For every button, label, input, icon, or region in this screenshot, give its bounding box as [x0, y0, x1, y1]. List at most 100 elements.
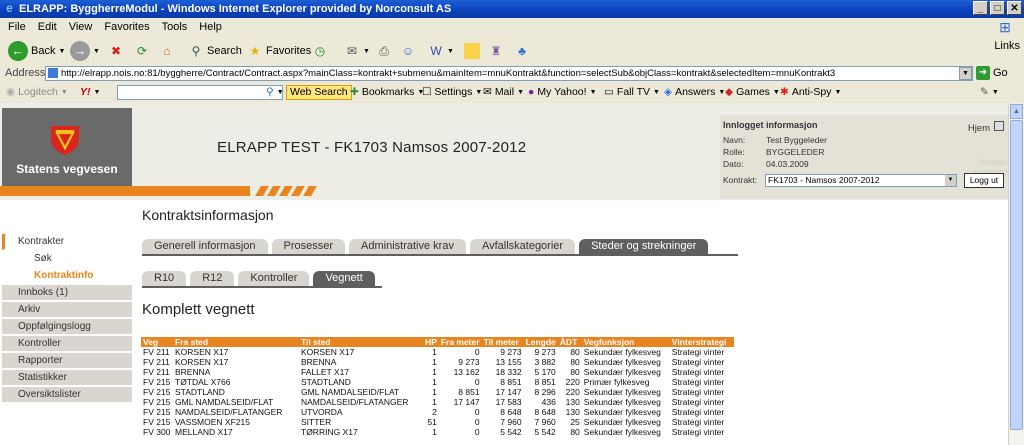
scroll-thumb[interactable]: [1010, 120, 1023, 430]
web-search-button[interactable]: Web Search: [286, 85, 352, 100]
menu-favorites[interactable]: Favorites: [104, 21, 149, 33]
table-cell: Sekundær fylkesveg: [583, 357, 661, 367]
table-cell: KORSEN X17: [175, 347, 229, 357]
fall-tv-button[interactable]: ▭ Fall TV ▼: [604, 86, 660, 98]
table-header-row: Veg Fra sted Til sted HP Fra meter Til m…: [141, 337, 734, 347]
star-icon: ★: [249, 44, 261, 58]
bookmark-icon: ✚: [350, 86, 359, 98]
nav-statistikker[interactable]: Statistikker: [2, 370, 132, 386]
links-button[interactable]: Links: [994, 40, 1020, 52]
nav-sub-kontraktinfo[interactable]: Kontraktinfo: [2, 268, 132, 284]
chevron-down-icon: ▼: [93, 88, 101, 96]
menu-tools[interactable]: Tools: [162, 21, 188, 33]
menu-view[interactable]: View: [69, 21, 93, 33]
refresh-button[interactable]: ⟳: [134, 41, 150, 61]
scroll-up-button[interactable]: ▲: [1010, 104, 1023, 119]
tab-vegnett[interactable]: Vegnett: [313, 271, 375, 286]
anti-spy-icon: ✱: [780, 86, 789, 98]
messenger-button[interactable]: ☺: [400, 41, 416, 61]
mail-button[interactable]: ✉ ▼: [344, 41, 370, 61]
page-icon: [48, 68, 58, 78]
menu-help[interactable]: Help: [199, 21, 222, 33]
table-title: Komplett vegnett: [142, 301, 255, 318]
print-button[interactable]: ⎙: [376, 41, 392, 61]
home-button[interactable]: ⌂: [159, 41, 175, 61]
tab-administrative-krav[interactable]: Administrative krav: [349, 239, 466, 254]
tab-kontroller[interactable]: Kontroller: [238, 271, 310, 286]
menu-file[interactable]: File: [8, 21, 26, 33]
table-cell: Strategi vinter: [671, 347, 725, 357]
settings-button[interactable]: ☐ Settings ▼: [422, 86, 482, 98]
yahoo-logo-button[interactable]: Y! ▼: [80, 86, 100, 98]
table-cell: Sekundær fylkesveg: [583, 397, 661, 407]
tab-steder-og-strekninger[interactable]: Steder og strekninger: [579, 239, 709, 254]
tab-generell-informasjon[interactable]: Generell informasjon: [142, 239, 268, 254]
search-button[interactable]: ⚲ Search: [188, 41, 242, 61]
chevron-down-icon: ▼: [517, 88, 525, 96]
stop-button[interactable]: ✖: [108, 41, 124, 61]
history-button[interactable]: ◷: [312, 41, 328, 61]
table-cell: Strategi vinter: [671, 427, 725, 437]
table-cell: FALLET X17: [301, 367, 350, 377]
nav-oversiktslister[interactable]: Oversiktslister: [2, 387, 132, 403]
shield-icon: [51, 126, 79, 155]
table-cell: 5 542: [534, 427, 556, 437]
tab-avfallskategorier[interactable]: Avfallskategorier: [469, 239, 576, 254]
games-button[interactable]: ◆ Games ▼: [725, 86, 780, 98]
connect-button[interactable]: ♣: [514, 41, 530, 61]
table-cell: Sekundær fylkesveg: [583, 407, 661, 417]
minimize-button[interactable]: _: [973, 1, 988, 15]
col-til-meter: Til meter: [481, 337, 524, 347]
tab-r12[interactable]: R12: [190, 271, 235, 286]
toolbar-options-button[interactable]: ✎ ▼: [980, 86, 999, 98]
nav-kontroller[interactable]: Kontroller: [2, 336, 132, 352]
research-icon: ♜: [490, 44, 502, 58]
anti-spy-button[interactable]: ✱ Anti-Spy ▼: [780, 86, 841, 98]
table-row: FV 211 KORSEN X17 KORSEN X17 1 0 9 273 9 273 80…: [141, 347, 734, 357]
section-title: Kontraktsinformasjon: [142, 207, 274, 223]
maximize-button[interactable]: □: [990, 1, 1005, 15]
address-dropdown-button[interactable]: ▼: [959, 67, 972, 80]
forward-button[interactable]: → ▼: [70, 41, 100, 61]
vertical-scrollbar[interactable]: ▲: [1008, 103, 1024, 445]
mail-button[interactable]: ✉ Mail ▼: [483, 86, 524, 98]
research-button[interactable]: ♜: [488, 41, 504, 61]
logitech-button[interactable]: ◉ Logitech ▼: [6, 86, 68, 98]
table-cell: 17 147: [453, 397, 480, 407]
address-input[interactable]: http://elrapp.nois.no:81/byggherre/Contr…: [45, 66, 973, 81]
bookmarks-button[interactable]: ✚ Bookmarks ▼: [350, 86, 424, 98]
favorites-button[interactable]: ★ Favorites: [247, 41, 312, 61]
table-cell: Strategi vinter: [671, 377, 725, 387]
my-yahoo-button[interactable]: ● My Yahoo! ▼: [528, 86, 597, 98]
go-button[interactable]: ➜ Go: [976, 66, 1008, 80]
table-cell: 1: [432, 397, 437, 407]
table-cell: 0: [474, 407, 480, 417]
nav-arkiv[interactable]: Arkiv: [2, 302, 132, 318]
pencil-icon: ✎: [980, 86, 989, 98]
nav-kontrakter[interactable]: Kontrakter: [2, 234, 132, 250]
home-icon[interactable]: [994, 121, 1004, 131]
logitech-icon: ◉: [6, 86, 16, 98]
tab-prosesser[interactable]: Prosesser: [271, 239, 346, 254]
notes-button[interactable]: [464, 41, 480, 61]
nav-innboks[interactable]: Innboks (1): [2, 285, 132, 301]
contract-select[interactable]: FK1703 - Namsos 2007-2012 ▼: [765, 174, 957, 187]
word-button[interactable]: W ▼: [428, 41, 454, 61]
nav-rapporter[interactable]: Rapporter: [2, 353, 132, 369]
close-button[interactable]: ✕: [1007, 1, 1022, 15]
tab-r10[interactable]: R10: [142, 271, 187, 286]
window-titlebar: e ELRAPP: ByggherreModul - Windows Inter…: [0, 0, 1024, 18]
home-link[interactable]: Hjem: [968, 123, 990, 134]
page-title: ELRAPP TEST - FK1703 Namsos 2007-2012: [217, 139, 527, 156]
nav-sub-sok[interactable]: Søk: [2, 251, 132, 267]
back-button[interactable]: ← Back ▼: [8, 41, 65, 61]
refresh-icon: ⟳: [136, 44, 148, 58]
menu-edit[interactable]: Edit: [38, 21, 57, 33]
yahoo-icon: Y!: [80, 86, 91, 98]
search-dropdown[interactable]: ⚲ ▼: [266, 86, 284, 98]
answers-button[interactable]: ◈ Answers ▼: [664, 86, 725, 98]
table-cell: 7 960: [500, 417, 522, 427]
logout-button[interactable]: Logg ut: [964, 173, 1004, 188]
yahoo-search-input[interactable]: [117, 85, 283, 100]
nav-oppfolgingslogg[interactable]: Oppfølgingslogg: [2, 319, 132, 335]
